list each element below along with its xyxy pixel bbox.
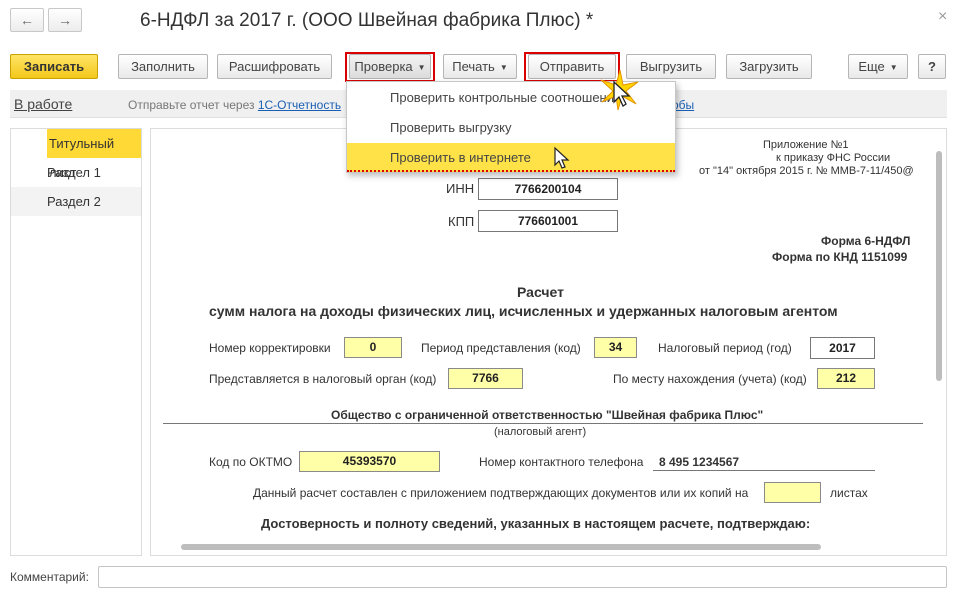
- inn-label: ИНН: [446, 181, 475, 196]
- report-form: Приложение №1 к приказу ФНС России от "1…: [150, 128, 947, 556]
- pages-suffix: листах: [830, 486, 868, 500]
- appendix-line-2: к приказу ФНС России: [776, 152, 891, 164]
- pages-text: Данный расчет составлен с приложением по…: [253, 486, 749, 500]
- more-label: Еще: [858, 59, 885, 74]
- pages-field[interactable]: [764, 482, 821, 503]
- close-icon[interactable]: ×: [938, 8, 947, 26]
- comment-input[interactable]: [98, 566, 947, 588]
- section-2[interactable]: Раздел 2: [11, 187, 141, 216]
- save-button[interactable]: Записать: [10, 54, 98, 79]
- decode-button[interactable]: Расшифровать: [217, 54, 332, 79]
- kpp-label: КПП: [448, 214, 475, 229]
- oktmo-field[interactable]: 45393570: [299, 451, 440, 472]
- phone-underline: [653, 470, 875, 471]
- horizontal-scrollbar[interactable]: [171, 543, 931, 551]
- reporting-link[interactable]: 1С-Отчетность: [258, 98, 341, 112]
- period-code-label: Период представления (код): [421, 341, 581, 355]
- forward-button[interactable]: →: [48, 8, 82, 32]
- status-in-work-link[interactable]: В работе: [14, 96, 72, 112]
- appendix-line-1: Приложение №1: [763, 139, 849, 151]
- vertical-scrollbar[interactable]: [934, 131, 944, 535]
- fill-button[interactable]: Заполнить: [118, 54, 208, 79]
- back-button[interactable]: ←: [10, 8, 44, 32]
- correction-label: Номер корректировки: [209, 341, 331, 355]
- oktmo-label: Код по ОКТМО: [209, 455, 293, 469]
- org-name: Общество с ограниченной ответственностью…: [331, 408, 764, 422]
- section-title-page[interactable]: Титульный лист: [47, 129, 141, 180]
- help-button[interactable]: ?: [918, 54, 946, 79]
- tax-period-label: Налоговый период (год): [658, 341, 792, 355]
- location-label: По месту нахождения (учета) (код): [613, 372, 807, 386]
- horizontal-scroll-thumb[interactable]: [181, 544, 821, 550]
- print-label: Печать: [452, 59, 495, 74]
- form-subheading: сумм налога на доходы физических лиц, ис…: [209, 303, 838, 319]
- correction-field[interactable]: 0: [344, 337, 402, 358]
- section-1[interactable]: Раздел 1: [11, 158, 141, 187]
- arrow-right-icon: →: [58, 12, 72, 28]
- send-hint: Отправьте отчет через 1С-Отчетность: [128, 98, 341, 112]
- sections-list: Титульный лист Раздел 1 Раздел 2: [10, 128, 142, 556]
- knd-code: Форма по КНД 1151099: [772, 250, 908, 264]
- period-code-field[interactable]: 34: [594, 337, 637, 358]
- phone-label: Номер контактного телефона: [479, 455, 644, 469]
- form-name: Форма 6-НДФЛ: [821, 234, 911, 248]
- comment-label: Комментарий:: [10, 570, 89, 584]
- window-title: 6-НДФЛ за 2017 г. (ООО Швейная фабрика П…: [140, 10, 594, 31]
- menu-item-check-online[interactable]: Проверить в интернете: [347, 143, 675, 172]
- confirm-text: Достоверность и полноту сведений, указан…: [261, 516, 811, 531]
- inn-field[interactable]: 7766200104: [478, 178, 618, 200]
- arrow-left-icon: ←: [20, 12, 34, 28]
- more-menu-button[interactable]: Еще ▼: [848, 54, 908, 79]
- appendix-line-3: от "14" октября 2015 г. № ММВ-7-11/450@: [699, 165, 914, 177]
- import-button[interactable]: Загрузить: [726, 54, 812, 79]
- org-underline: [163, 423, 923, 424]
- location-field[interactable]: 212: [817, 368, 875, 389]
- print-menu-button[interactable]: Печать ▼: [443, 54, 517, 79]
- form-heading: Расчет: [517, 284, 564, 300]
- check-highlight: [345, 52, 435, 82]
- kpp-field[interactable]: 776601001: [478, 210, 618, 232]
- cursor-arrow-icon: [554, 146, 570, 169]
- cursor-arrow-icon: [613, 80, 631, 107]
- chevron-down-icon: ▼: [499, 63, 508, 72]
- vertical-scroll-thumb[interactable]: [936, 151, 942, 381]
- menu-item-check-export[interactable]: Проверить выгрузку: [347, 113, 675, 142]
- agent-caption: (налоговый агент): [494, 426, 587, 438]
- tax-period-field[interactable]: 2017: [810, 337, 875, 359]
- chevron-down-icon: ▼: [889, 63, 898, 72]
- send-hint-text: Отправьте отчет через: [128, 98, 258, 112]
- tax-office-label: Представляется в налоговый орган (код): [209, 372, 437, 386]
- tax-office-field[interactable]: 7766: [448, 368, 523, 389]
- phone-value[interactable]: 8 495 1234567: [659, 455, 739, 469]
